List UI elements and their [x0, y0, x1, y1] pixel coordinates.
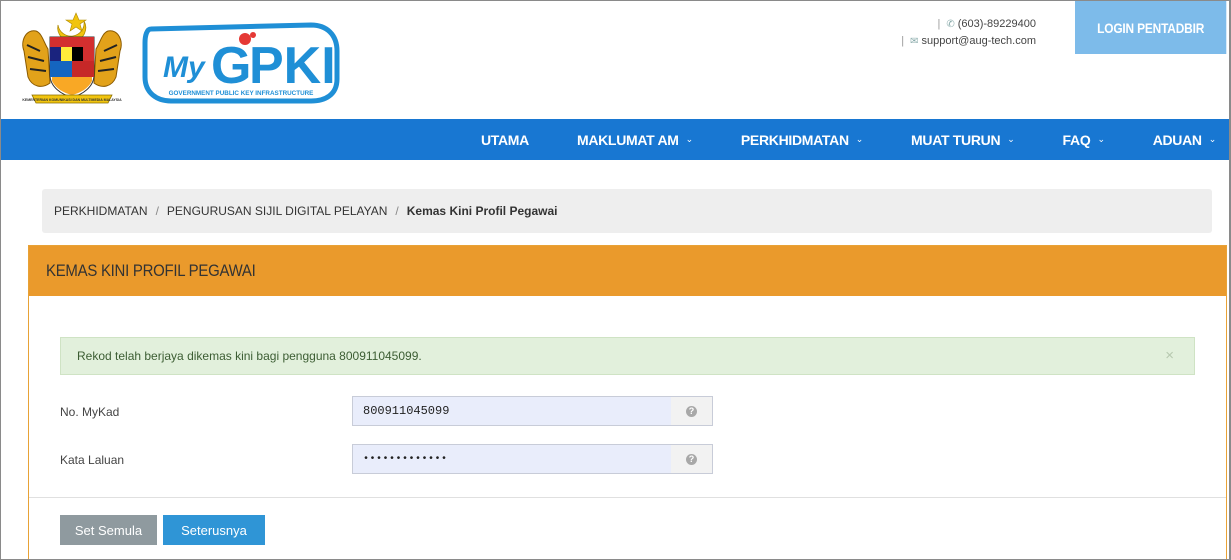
logo-subtext: GOVERNMENT PUBLIC KEY INFRASTRUCTURE [169, 90, 314, 97]
reset-button[interactable]: Set Semula [60, 515, 157, 545]
nav-item-faq[interactable]: FAQ ⌄ [1063, 132, 1105, 148]
chevron-down-icon: ⌄ [1007, 134, 1015, 144]
nav-item-aduan[interactable]: ADUAN ⌄ [1153, 132, 1217, 148]
nav-item-perkhidmatan[interactable]: PERKHIDMATAN ⌄ [741, 132, 863, 148]
password-row: Kata Laluan ••••••••••••• ? [60, 444, 713, 474]
page-frame: KEMENTERIAN KOMUNIKASI DAN MULTIMEDIA MA… [0, 0, 1231, 560]
breadcrumb-pengurusan-sijil[interactable]: PENGURUSAN SIJIL DIGITAL PELAYAN [167, 204, 388, 218]
svg-text:PKI: PKI [249, 37, 336, 95]
chevron-down-icon: ⌄ [1208, 134, 1217, 144]
envelope-icon: ✉ [910, 36, 919, 47]
mykad-label: No. MyKad [60, 405, 120, 419]
nav-item-utama[interactable]: UTAMA [481, 132, 529, 148]
phone-line: | ✆ (603)-89229400 [937, 18, 1036, 30]
chevron-down-icon: ⌄ [685, 134, 694, 144]
breadcrumb-perkhidmatan[interactable]: PERKHIDMATAN [54, 204, 148, 218]
success-alert: Rekod telah berjaya dikemas kini bagi pe… [60, 337, 1195, 375]
site-header: KEMENTERIAN KOMUNIKASI DAN MULTIMEDIA MA… [1, 1, 1229, 119]
nav-item-muat-turun[interactable]: MUAT TURUN ⌄ [911, 132, 1015, 148]
next-button[interactable]: Seterusnya [163, 515, 265, 545]
login-admin-button[interactable]: LOGIN PENTADBIR [1075, 1, 1227, 54]
mygpki-logo[interactable]: My G PKI GOVERNMENT PUBLIC KEY INFRASTRU… [141, 21, 341, 105]
nav-item-maklumat-am[interactable]: MAKLUMAT AM ⌄ [577, 132, 693, 148]
panel-header: KEMAS KINI PROFIL PEGAWAI [29, 246, 1226, 296]
contact-info: | ✆ (603)-89229400 | ✉ support@aug-tech.com [901, 16, 1036, 50]
breadcrumb-current: Kemas Kini Profil Pegawai [406, 204, 558, 218]
mykad-input[interactable]: 800911045099 [352, 396, 672, 426]
mykad-row: No. MyKad 800911045099 ? [60, 396, 713, 426]
password-input[interactable]: ••••••••••••• [352, 444, 672, 474]
breadcrumb-separator: / [395, 204, 399, 218]
mykad-help-addon[interactable]: ? [671, 396, 713, 426]
password-label: Kata Laluan [60, 453, 125, 467]
panel-title: KEMAS KINI PROFIL PEGAWAI [46, 261, 256, 280]
nav-menu: UTAMA MAKLUMAT AM ⌄ PERKHIDMATAN ⌄ MUAT TU… [433, 119, 1216, 160]
chevron-down-icon: ⌄ [855, 134, 864, 144]
main-navbar: UTAMA MAKLUMAT AM ⌄ PERKHIDMATAN ⌄ MUAT TU… [1, 119, 1229, 160]
breadcrumb-separator: / [155, 204, 159, 218]
question-circle-icon: ? [686, 405, 697, 417]
password-help-addon[interactable]: ? [671, 444, 713, 474]
chevron-down-icon: ⌄ [1097, 134, 1105, 144]
question-circle-icon: ? [686, 453, 697, 465]
form-divider [29, 497, 1226, 498]
breadcrumb: PERKHIDMATAN / PENGURUSAN SIJIL DIGITAL … [42, 189, 1212, 233]
phone-icon: ✆ [946, 19, 955, 30]
alert-message: Rekod telah berjaya dikemas kini bagi pe… [77, 349, 422, 363]
support-email[interactable]: support@aug-tech.com [921, 35, 1036, 47]
svg-text:My: My [163, 51, 206, 84]
close-icon[interactable]: × [1165, 347, 1174, 364]
phone-number: (603)-89229400 [957, 18, 1036, 30]
form-panel: KEMAS KINI PROFIL PEGAWAI Rekod telah be… [28, 245, 1227, 559]
email-line: | ✉ support@aug-tech.com [901, 35, 1036, 47]
svg-text:G: G [211, 37, 251, 95]
crest-caption: KEMENTERIAN KOMUNIKASI DAN MULTIMEDIA MA… [22, 98, 122, 102]
